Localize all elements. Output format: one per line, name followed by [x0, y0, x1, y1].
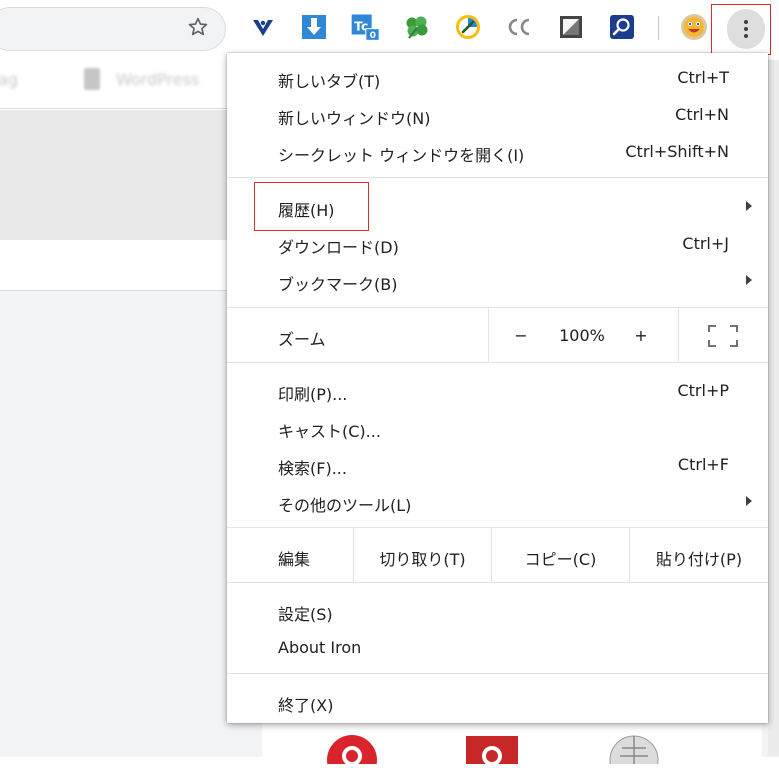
menu-separator	[227, 582, 768, 583]
star-icon[interactable]	[185, 14, 211, 40]
menu-item-label: ブックマーク(B)	[278, 275, 398, 294]
highlight-frame-menu-button	[711, 4, 771, 55]
vivaldi-icon[interactable]	[248, 12, 278, 42]
menu-item-new-tab[interactable]: 新しいタブ(T) Ctrl+T	[227, 59, 768, 96]
menu-item-find[interactable]: 検索(F)... Ctrl+F	[227, 446, 768, 483]
menu-item-label: 印刷(P)...	[278, 385, 348, 404]
menu-item-cast[interactable]: キャスト(C)...	[227, 409, 768, 446]
menu-item-more-tools[interactable]: その他のツール(L)	[227, 483, 768, 520]
menu-separator	[227, 362, 768, 363]
menu-item-shortcut: Ctrl+T	[677, 68, 729, 87]
menu-item-label: 終了(X)	[278, 696, 334, 715]
menu-item-label: 設定(S)	[278, 605, 333, 624]
menu-item-new-window[interactable]: 新しいウィンドウ(N) Ctrl+N	[227, 96, 768, 133]
menu-item-label: シークレット ウィンドウを開く(I)	[278, 146, 525, 165]
bookmark-item[interactable]: ag	[0, 70, 18, 89]
menu-item-shortcut: Ctrl+N	[675, 105, 729, 124]
bookmark-item[interactable]: WordPress	[116, 70, 199, 89]
submenu-arrow-icon	[746, 275, 752, 285]
speed-icon[interactable]	[453, 12, 483, 42]
avatar-icon[interactable]	[678, 12, 710, 42]
tc-icon[interactable]: Tc 0	[350, 12, 380, 42]
menu-item-label: キャスト(C)...	[278, 422, 381, 441]
menu-item-shortcut: Ctrl+P	[677, 381, 729, 400]
menu-zoom-row: ズーム − 100% +	[227, 308, 768, 362]
pinterest-icon[interactable]	[326, 734, 378, 768]
menu-item-label: About Iron	[278, 638, 362, 657]
menu-item-label: 新しいウィンドウ(N)	[278, 109, 431, 128]
scrollbar[interactable]	[768, 60, 779, 757]
menu-item-bookmarks[interactable]: ブックマーク(B)	[227, 262, 768, 299]
menu-item-label: その他のツール(L)	[278, 496, 412, 515]
zoom-divider	[678, 308, 679, 362]
menu-item-about[interactable]: About Iron	[227, 629, 768, 666]
menu-item-incognito[interactable]: シークレット ウィンドウを開く(I) Ctrl+Shift+N	[227, 133, 768, 170]
paste-button[interactable]: 貼り付け(P)	[630, 546, 768, 570]
download-icon[interactable]	[299, 12, 329, 42]
document-icon	[84, 68, 100, 90]
browser-main-menu: 新しいタブ(T) Ctrl+T 新しいウィンドウ(N) Ctrl+N シークレッ…	[227, 53, 768, 723]
menu-separator	[227, 177, 768, 178]
badge-count: 0	[370, 30, 376, 41]
menu-item-print[interactable]: 印刷(P)... Ctrl+P	[227, 372, 768, 409]
menu-item-settings[interactable]: 設定(S)	[227, 592, 768, 629]
menu-item-exit[interactable]: 終了(X)	[227, 683, 768, 720]
fullscreen-icon[interactable]	[708, 325, 738, 347]
wikipedia-icon[interactable]	[608, 734, 660, 768]
zoom-divider	[488, 308, 489, 362]
menu-separator	[227, 673, 768, 674]
menu-item-shortcut: Ctrl+Shift+N	[625, 142, 729, 161]
zoom-out-button[interactable]: −	[511, 326, 531, 345]
zoom-in-button[interactable]: +	[631, 326, 651, 345]
menu-item-shortcut: Ctrl+J	[682, 234, 729, 253]
menu-item-label: 新しいタブ(T)	[278, 72, 381, 91]
edit-label: 編集	[278, 550, 311, 569]
zoom-label: ズーム	[278, 330, 326, 349]
copy-button[interactable]: コピー(C)	[492, 546, 629, 570]
cc-icon[interactable]	[504, 12, 534, 42]
toolbar-divider	[658, 16, 659, 40]
menu-item-label: ダウンロード(D)	[278, 238, 399, 257]
browser-toolbar: Tc 0	[0, 0, 779, 58]
menu-item-shortcut: Ctrl+F	[677, 455, 729, 474]
menu-edit-row: 編集 切り取り(T) コピー(C) 貼り付け(P)	[227, 527, 768, 582]
zoom-level: 100%	[559, 326, 605, 345]
cut-button[interactable]: 切り取り(T)	[354, 546, 491, 570]
window-icon[interactable]	[556, 12, 586, 42]
clover-icon[interactable]	[402, 12, 432, 42]
search-icon[interactable]	[607, 12, 637, 42]
submenu-arrow-icon	[746, 201, 752, 211]
app-tile-icon[interactable]	[466, 734, 518, 768]
highlight-frame-history	[254, 182, 369, 231]
submenu-arrow-icon	[746, 496, 752, 506]
menu-item-label: 検索(F)...	[278, 459, 347, 478]
